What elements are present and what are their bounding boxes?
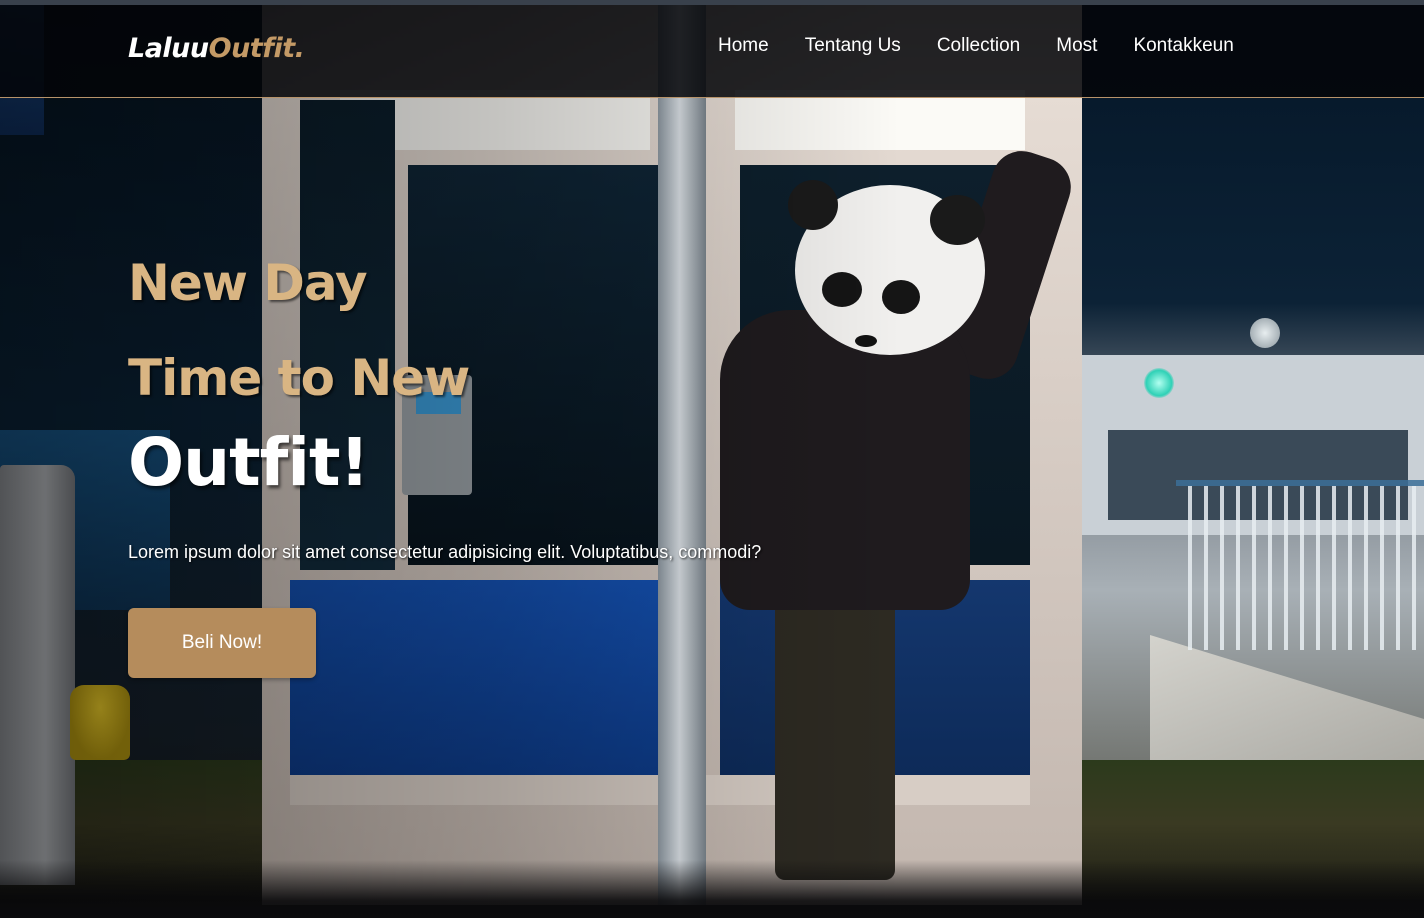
hero-headline-line2: Time to New: [128, 349, 470, 407]
nav-link-most[interactable]: Most: [1056, 35, 1097, 57]
street-lamp: [1144, 368, 1174, 398]
background-railing: [1176, 480, 1424, 650]
brand-name-accent: Outfit.: [208, 33, 305, 64]
nav-link-tentang-us[interactable]: Tentang Us: [805, 35, 901, 57]
nav-link-home[interactable]: Home: [718, 35, 769, 57]
nav-link-collection[interactable]: Collection: [937, 35, 1020, 57]
hero-headline-line3: Outfit!: [128, 424, 370, 501]
panda-ear-right: [930, 195, 985, 245]
hero-bottom-fade: [0, 860, 1424, 918]
buy-now-button[interactable]: Beli Now!: [128, 608, 316, 678]
hero-headline-line1: New Day: [128, 254, 368, 312]
street-lamp-secondary: [1250, 318, 1280, 348]
navbar: LaluuOutfit. Home Tentang Us Collection …: [0, 5, 1424, 98]
brand-logo[interactable]: LaluuOutfit.: [128, 33, 305, 64]
brand-name-primary: Laluu: [128, 33, 209, 64]
nav-link-kontakkeun[interactable]: Kontakkeun: [1133, 35, 1233, 57]
nav-links: Home Tentang Us Collection Most Kontakke…: [718, 35, 1234, 57]
hero-lead-text: Lorem ipsum dolor sit amet consectetur a…: [128, 542, 762, 562]
